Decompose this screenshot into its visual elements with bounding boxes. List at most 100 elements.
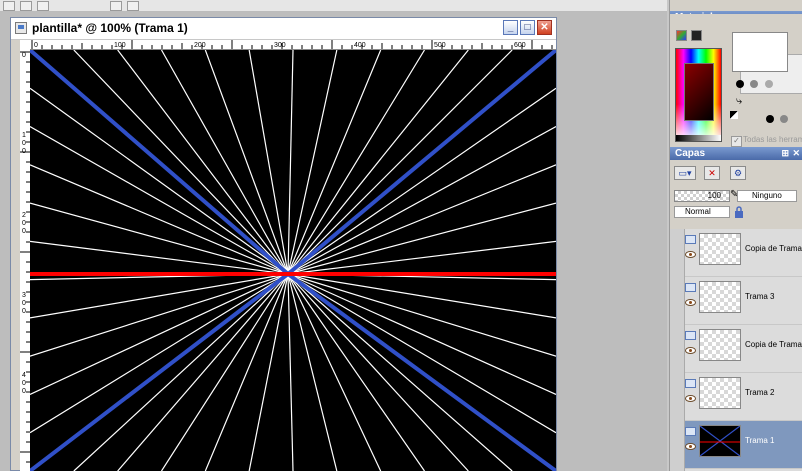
ray-line — [287, 273, 556, 434]
bg-gradient-style-icon[interactable] — [780, 115, 788, 123]
document-titlebar[interactable]: plantilla* @ 100% (Trama 1) _ □ ✕ — [11, 18, 556, 40]
document-icon — [15, 22, 27, 34]
visibility-eye-icon[interactable] — [685, 251, 696, 258]
gradient-style-icon[interactable] — [750, 80, 758, 88]
raster-layer-icon — [685, 379, 696, 388]
diagonal-line — [286, 50, 556, 276]
layer-name: Copia de Trama — [745, 244, 802, 253]
ray-line — [117, 50, 289, 275]
foreground-swatch[interactable] — [732, 32, 788, 72]
layer-thumbnail — [699, 377, 741, 409]
visibility-eye-icon[interactable] — [685, 443, 696, 450]
toolbar-tool-icon[interactable] — [110, 1, 122, 11]
ray-line — [287, 126, 556, 275]
lock-transparency-icon[interactable] — [734, 206, 748, 218]
layer-name: Trama 3 — [745, 292, 775, 301]
ruler-v-label: 0 — [22, 140, 26, 147]
toolbar-tool-icon[interactable] — [3, 1, 15, 11]
minimize-button[interactable]: _ — [503, 20, 518, 35]
ruler-v-label: 0 — [22, 380, 26, 387]
visibility-eye-icon[interactable] — [685, 299, 696, 306]
layers-title: Capas — [675, 148, 706, 159]
ray-line — [30, 273, 289, 357]
color-spectrum[interactable] — [675, 48, 722, 142]
opacity-field[interactable]: 100 — [674, 190, 730, 202]
layer-properties-icon[interactable]: ⚙ — [730, 166, 746, 180]
ruler-h-label: 600 — [514, 42, 526, 49]
raster-layer-icon — [685, 427, 696, 436]
mask-field[interactable]: Ninguno — [737, 190, 797, 202]
toolbar-tool-icon[interactable] — [20, 1, 32, 11]
default-colors-icon[interactable] — [730, 111, 738, 119]
solid-style-icon[interactable] — [736, 80, 744, 88]
pattern-style-icon[interactable] — [765, 80, 773, 88]
layer-row[interactable]: Trama 2 — [685, 373, 802, 421]
materials-palette: ⤷ ✓ Todas las herrami — [670, 14, 802, 147]
swatches-tab-icon[interactable] — [691, 30, 702, 41]
ray-line — [287, 273, 425, 471]
close-button[interactable]: ✕ — [537, 20, 552, 35]
ruler-v-label: 0 — [22, 52, 26, 59]
toolbar-tool-icon[interactable] — [127, 1, 139, 11]
ray-line — [30, 126, 289, 275]
layer-row[interactable]: Trama 1 — [685, 421, 802, 469]
ray-line — [287, 273, 382, 471]
toolbar-tool-icon[interactable] — [37, 1, 49, 11]
blend-mode-select[interactable]: Normal — [674, 206, 730, 218]
ruler-v-label: 0 — [22, 300, 26, 307]
diagonal-line — [30, 272, 290, 471]
layers-palette-header[interactable]: Capas ⊞ ✕ — [670, 147, 802, 160]
image-canvas[interactable] — [30, 50, 556, 471]
frame-tab-icon[interactable] — [676, 30, 687, 41]
palette-close-icon[interactable]: ✕ — [792, 147, 800, 160]
ray-line — [287, 273, 469, 471]
ray-line — [287, 50, 382, 275]
ruler-h-label: 100 — [114, 42, 126, 49]
layer-row[interactable]: Trama 3 — [685, 277, 802, 325]
ray-line — [287, 50, 513, 275]
layer-list[interactable]: Copia de Trama Trama 3 Copia de Trama Trama… — [684, 229, 802, 471]
ruler-v-label: 0 — [22, 308, 26, 315]
maximize-button[interactable]: □ — [520, 20, 535, 35]
pin-icon[interactable]: ⊞ — [781, 147, 789, 160]
diagonal-line — [30, 50, 290, 276]
layer-thumbnail — [699, 425, 741, 457]
visibility-eye-icon[interactable] — [685, 347, 696, 354]
ray-line — [287, 273, 294, 471]
ruler-h-label: 200 — [194, 42, 206, 49]
horizontal-ruler[interactable]: 0 100 200 300 400 500 600 — [30, 40, 556, 50]
right-palettes: Materiales ⊞ ✕ ⤷ ✓ Todas las herrami Cap… — [669, 0, 802, 471]
all-tools-checkbox[interactable]: ✓ — [731, 136, 742, 147]
all-tools-label: Todas las herrami — [743, 135, 802, 144]
ray-line — [30, 273, 289, 319]
canvas-drawing — [30, 50, 556, 471]
delete-layer-icon[interactable]: ✕ — [704, 166, 720, 180]
layer-thumbnail — [699, 329, 741, 361]
raster-layer-icon — [685, 331, 696, 340]
ruler-v-label: 3 — [22, 292, 26, 299]
layer-thumbnail — [699, 281, 741, 313]
ruler-h-label: 400 — [354, 42, 366, 49]
ruler-v-label: 4 — [22, 372, 26, 379]
layer-name: Trama 2 — [745, 388, 775, 397]
new-layer-icon[interactable]: ▭▾ — [674, 166, 696, 180]
document-title: plantilla* @ 100% (Trama 1) — [32, 21, 188, 35]
main-toolbar — [0, 0, 667, 12]
layer-thumbnail — [699, 233, 741, 265]
ray-line — [287, 273, 556, 357]
ray-line — [117, 273, 289, 471]
layer-group-strip — [670, 229, 684, 471]
ruler-v-label: 0 — [22, 148, 26, 155]
ruler-v-label: 0 — [22, 220, 26, 227]
ruler-v-label: 0 — [22, 388, 26, 395]
bg-solid-style-icon[interactable] — [766, 115, 774, 123]
ray-line — [287, 273, 556, 396]
swap-colors-icon[interactable]: ⤷ — [736, 95, 742, 108]
ruler-v-label: 1 — [22, 132, 26, 139]
ruler-h-label: 500 — [434, 42, 446, 49]
layer-name: Copia de Trama — [745, 340, 802, 349]
visibility-eye-icon[interactable] — [685, 395, 696, 402]
document-window: plantilla* @ 100% (Trama 1) _ □ ✕ 0 100 20… — [10, 17, 557, 471]
layer-row[interactable]: Copia de Trama — [685, 325, 802, 373]
layer-row[interactable]: Copia de Trama — [685, 229, 802, 277]
